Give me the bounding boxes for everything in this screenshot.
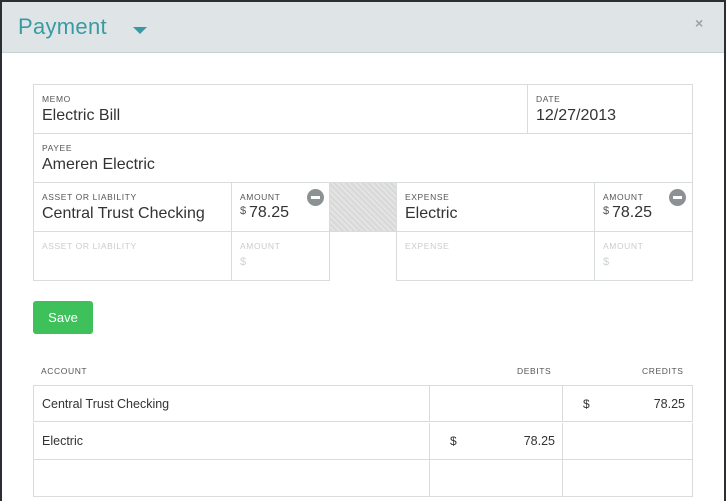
asset-account-field[interactable]: ASSET OR LIABILITY Central Trust Checkin… [33, 182, 232, 232]
modal-title[interactable]: Payment [18, 14, 107, 40]
payee-field[interactable]: PAYEE Ameren Electric [33, 133, 693, 183]
asset-amount-label: AMOUNT [240, 192, 281, 202]
currency-symbol: $ [450, 434, 457, 448]
date-label: DATE [536, 94, 561, 104]
credit-value: 78.25 [653, 397, 685, 411]
memo-value[interactable]: Electric Bill [42, 107, 512, 125]
modal-header: Payment × [2, 2, 724, 53]
column-header-debits: DEBITS [517, 366, 552, 376]
date-value[interactable]: 12/27/2013 [536, 107, 616, 125]
asset-account-label: ASSET OR LIABILITY [42, 241, 137, 251]
currency-symbol: $ [583, 397, 590, 411]
save-button[interactable]: Save [33, 301, 93, 334]
divider-hatch [330, 182, 397, 232]
asset-amount-value[interactable]: 78.25 [249, 204, 289, 222]
expense-amount-field[interactable]: AMOUNT $ 78.25 [594, 182, 693, 232]
debit-cell [430, 386, 563, 422]
minus-circle-icon[interactable] [669, 189, 686, 206]
payment-modal: Payment × MEMO Electric Bill DATE 12/27/… [2, 2, 724, 501]
expense-amount-value[interactable]: 78.25 [612, 204, 652, 222]
debit-cell [430, 460, 563, 496]
memo-field[interactable]: MEMO Electric Bill [33, 84, 528, 134]
column-header-account: ACCOUNT [41, 366, 88, 376]
credit-cell [563, 460, 692, 496]
minus-circle-icon[interactable] [307, 189, 324, 206]
expense-account-value[interactable]: Electric [405, 205, 457, 223]
asset-amount-field-empty[interactable]: AMOUNT $ [231, 231, 330, 281]
expense-account-field-empty[interactable]: EXPENSE [396, 231, 595, 281]
currency-symbol: $ [603, 205, 610, 217]
column-header-credits: CREDITS [642, 366, 684, 376]
account-name: Electric [42, 434, 83, 448]
payee-value[interactable]: Ameren Electric [42, 156, 155, 174]
currency-symbol: $ [603, 256, 610, 268]
expense-amount-label: AMOUNT [603, 241, 644, 251]
caret-down-icon[interactable] [133, 27, 147, 34]
account-cell: Central Trust Checking [34, 386, 430, 422]
asset-account-field-empty[interactable]: ASSET OR LIABILITY [33, 231, 232, 281]
table-row [33, 460, 693, 497]
close-icon[interactable]: × [695, 15, 703, 31]
debit-cell: $ 78.25 [430, 423, 563, 459]
account-cell [34, 460, 430, 496]
expense-account-label: EXPENSE [405, 241, 450, 251]
account-cell: Electric [34, 423, 430, 459]
expense-amount-label: AMOUNT [603, 192, 644, 202]
expense-account-label: EXPENSE [405, 192, 450, 202]
asset-account-value[interactable]: Central Trust Checking [42, 205, 225, 223]
asset-account-label: ASSET OR LIABILITY [42, 192, 137, 202]
table-row: Central Trust Checking $ 78.25 [33, 385, 693, 422]
expense-account-field[interactable]: EXPENSE Electric [396, 182, 595, 232]
table-row: Electric $ 78.25 [33, 423, 693, 460]
date-field[interactable]: DATE 12/27/2013 [527, 84, 693, 134]
debit-value: 78.25 [523, 434, 555, 448]
memo-label: MEMO [42, 94, 71, 104]
expense-amount-field-empty[interactable]: AMOUNT $ [594, 231, 693, 281]
credit-cell: $ 78.25 [563, 386, 692, 422]
currency-symbol: $ [240, 205, 247, 217]
currency-symbol: $ [240, 256, 247, 268]
account-name: Central Trust Checking [42, 397, 170, 411]
asset-amount-field[interactable]: AMOUNT $ 78.25 [231, 182, 330, 232]
payee-label: PAYEE [42, 143, 73, 153]
credit-cell [563, 423, 692, 459]
asset-amount-label: AMOUNT [240, 241, 281, 251]
